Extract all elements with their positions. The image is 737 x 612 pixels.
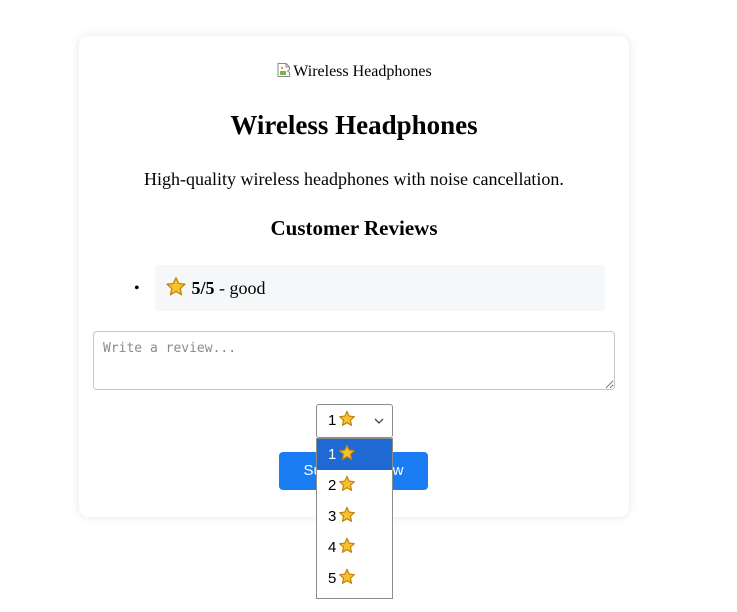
rating-option-3[interactable]: 3 <box>317 501 392 532</box>
review-separator: - <box>214 278 230 298</box>
broken-image-icon <box>276 62 292 78</box>
review-list: • 5/5 - good <box>121 265 605 311</box>
list-bullet: • <box>134 280 140 297</box>
star-icon <box>338 408 356 426</box>
rating-option-label: 4 <box>328 539 337 556</box>
review-comment: good <box>229 278 266 298</box>
product-description: High-quality wireless headphones with no… <box>144 169 564 189</box>
rating-option-label: 3 <box>328 508 337 525</box>
rating-option-2[interactable]: 2 <box>317 470 392 501</box>
product-title: Wireless Headphones <box>230 110 478 140</box>
star-icon <box>338 475 356 493</box>
rating-option-1[interactable]: 1 <box>317 439 392 470</box>
review-item: • 5/5 - good <box>134 265 605 311</box>
rating-option-label: 2 <box>328 477 337 494</box>
product-image-alt-text: Wireless Headphones <box>293 63 432 80</box>
rating-option-4[interactable]: 4 <box>317 532 392 563</box>
review-rating: 5/5 <box>191 278 215 298</box>
review-textarea[interactable] <box>93 331 615 390</box>
star-icon <box>338 506 356 524</box>
star-icon <box>338 568 356 586</box>
star-icon <box>165 276 187 298</box>
star-icon <box>338 537 356 555</box>
rating-dropdown-list: 1 2 3 4 5 <box>316 438 393 599</box>
rating-select-value: 1 <box>328 412 337 429</box>
product-image: Wireless Headphones <box>79 62 629 82</box>
rating-select[interactable]: 1 <box>316 404 393 438</box>
star-icon <box>338 444 356 462</box>
rating-option-label: 5 <box>328 570 337 587</box>
reviews-heading: Customer Reviews <box>270 216 438 240</box>
chevron-down-icon <box>374 417 384 425</box>
rating-option-5[interactable]: 5 <box>317 563 392 594</box>
rating-option-label: 1 <box>328 446 337 463</box>
